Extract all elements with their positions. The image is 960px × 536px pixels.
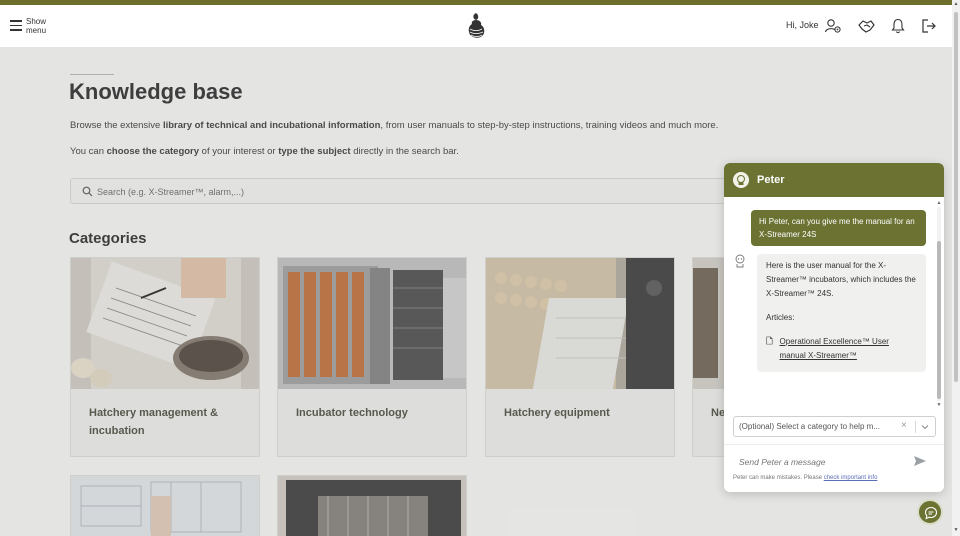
message-input[interactable] bbox=[739, 455, 899, 469]
menu-icon bbox=[10, 20, 22, 31]
bot-message-text: Here is the user manual for the X-Stream… bbox=[766, 261, 916, 298]
user-settings-icon[interactable] bbox=[824, 17, 842, 35]
chat-toggle-button[interactable] bbox=[917, 499, 943, 525]
important-info-link[interactable]: check important info bbox=[824, 475, 878, 481]
page-scroll-up-icon[interactable]: ▲ bbox=[953, 2, 959, 7]
logo[interactable] bbox=[464, 11, 488, 43]
select-separator bbox=[915, 421, 916, 433]
scroll-down-icon[interactable]: ▼ bbox=[936, 403, 942, 408]
chatbot-avatar-icon bbox=[733, 172, 749, 188]
scroll-up-icon[interactable]: ▲ bbox=[936, 201, 942, 206]
bot-avatar-icon bbox=[735, 254, 745, 268]
articles-label: Articles: bbox=[766, 313, 795, 322]
send-icon[interactable] bbox=[913, 455, 927, 467]
handshake-icon[interactable] bbox=[857, 17, 875, 35]
article-item: Operational Excellence™ User manual X-St… bbox=[766, 335, 917, 363]
show-menu-label: Show menu bbox=[26, 17, 47, 35]
chat-divider bbox=[724, 444, 944, 445]
clear-icon[interactable]: × bbox=[901, 420, 907, 431]
top-header: Show menu Hi, Joke bbox=[0, 5, 952, 48]
chat-scrollbar[interactable]: ▲ ▼ bbox=[936, 199, 942, 409]
chat-messages: Hi Peter, can you give me the manual for… bbox=[724, 197, 944, 409]
page-scrollbar[interactable]: ▲ ▼ bbox=[952, 0, 960, 536]
show-menu-button[interactable]: Show menu bbox=[10, 17, 52, 37]
chat-window: Peter Hi Peter, can you give me the manu… bbox=[724, 163, 944, 492]
chat-disclaimer: Peter can make mistakes. Please check im… bbox=[733, 475, 878, 481]
chat-title: Peter bbox=[757, 174, 785, 186]
page-scroll-down-icon[interactable]: ▼ bbox=[953, 528, 959, 533]
page-scroll-thumb[interactable] bbox=[954, 12, 958, 382]
chevron-down-icon[interactable] bbox=[920, 422, 930, 432]
logout-icon[interactable] bbox=[920, 17, 938, 35]
user-message: Hi Peter, can you give me the manual for… bbox=[751, 210, 926, 246]
bell-icon[interactable] bbox=[889, 17, 907, 35]
chat-bubble-icon bbox=[924, 506, 938, 520]
chat-header: Peter bbox=[724, 163, 944, 197]
scroll-thumb[interactable] bbox=[937, 241, 941, 399]
bot-message: Here is the user manual for the X-Stream… bbox=[757, 254, 926, 372]
category-select-value: (Optional) Select a category to help m..… bbox=[739, 422, 880, 431]
user-greeting: Hi, Joke bbox=[786, 20, 819, 30]
category-select[interactable]: (Optional) Select a category to help m..… bbox=[733, 416, 936, 437]
document-icon bbox=[766, 336, 773, 345]
article-link[interactable]: Operational Excellence™ User manual X-St… bbox=[780, 335, 917, 363]
